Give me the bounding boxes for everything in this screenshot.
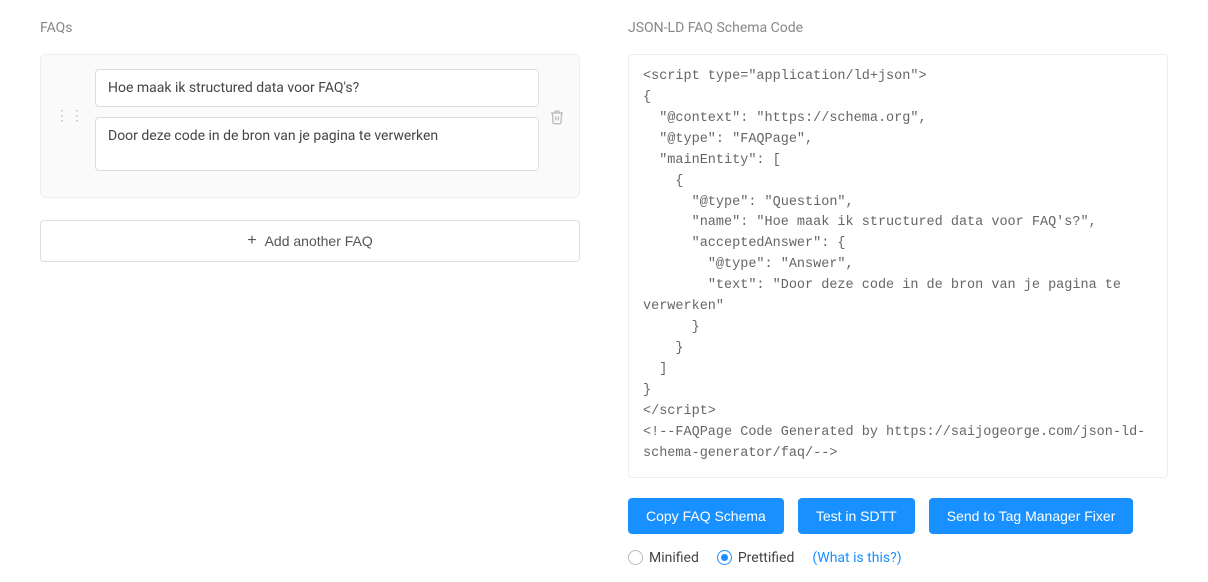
copy-schema-button[interactable]: Copy FAQ Schema — [628, 498, 784, 534]
what-is-this-link[interactable]: (What is this?) — [812, 550, 901, 566]
schema-code-heading: JSON-LD FAQ Schema Code — [628, 20, 1168, 36]
minified-label: Minified — [649, 550, 699, 566]
radio-icon — [717, 550, 732, 565]
send-tag-manager-button[interactable]: Send to Tag Manager Fixer — [929, 498, 1134, 534]
plus-icon: + — [247, 233, 256, 249]
add-faq-button[interactable]: + Add another FAQ — [40, 220, 580, 262]
test-sdtt-button[interactable]: Test in SDTT — [798, 498, 915, 534]
prettified-radio[interactable]: Prettified — [717, 550, 795, 566]
prettified-label: Prettified — [738, 550, 795, 566]
delete-faq-button[interactable] — [549, 69, 565, 129]
faqs-heading: FAQs — [40, 20, 580, 36]
drag-handle-icon[interactable]: ⋮⋮ — [55, 69, 85, 123]
radio-icon — [628, 550, 643, 565]
faq-item: ⋮⋮ — [40, 54, 580, 198]
trash-icon — [549, 109, 565, 125]
faq-question-input[interactable] — [95, 69, 539, 107]
add-faq-label: Add another FAQ — [265, 233, 373, 249]
faq-answer-input[interactable] — [95, 117, 539, 171]
schema-code-output: <script type="application/ld+json"> { "@… — [628, 54, 1168, 478]
minified-radio[interactable]: Minified — [628, 550, 699, 566]
